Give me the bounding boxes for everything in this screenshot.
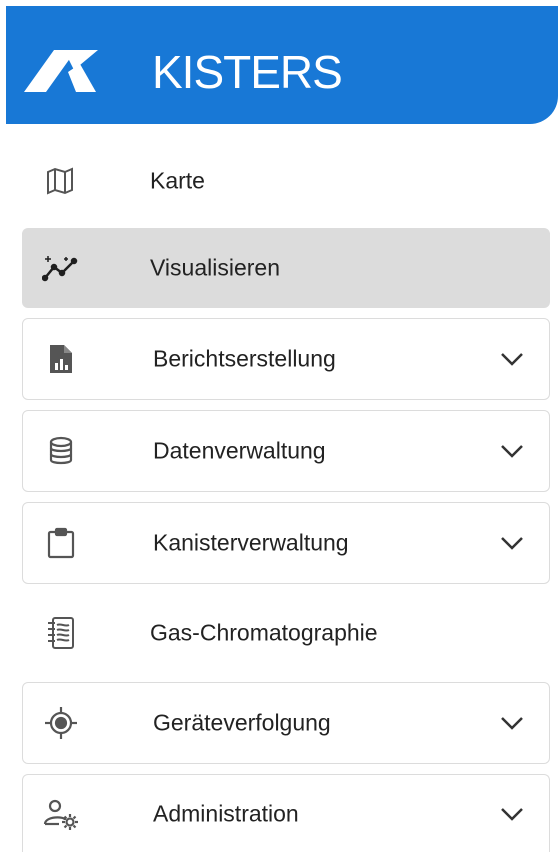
nav-label-karte: Karte [150, 167, 205, 194]
nav-label-geraeteverfolgung: Geräteverfolgung [153, 709, 331, 736]
nav-item-gas-chromatographie[interactable]: Gas-Chromatographie [22, 592, 550, 674]
report-icon [41, 339, 81, 379]
chevron-down-icon[interactable] [499, 535, 525, 551]
map-icon [40, 161, 80, 201]
chevron-down-icon[interactable] [499, 806, 525, 822]
chevron-down-icon[interactable] [499, 443, 525, 459]
nav-item-karte[interactable]: Karte [22, 140, 550, 222]
clipboard-icon [41, 523, 81, 563]
nav-label-datenverwaltung: Datenverwaltung [153, 437, 326, 464]
chevron-down-icon[interactable] [499, 351, 525, 367]
nav-item-visualisieren[interactable]: Visualisieren [22, 228, 550, 308]
app-header: KISTERS [6, 6, 558, 124]
nav-label-berichtserstellung: Berichtserstellung [153, 345, 336, 372]
brand-title: KISTERS [152, 46, 343, 98]
nav-item-kanisterverwaltung[interactable]: Kanisterverwaltung [22, 502, 550, 584]
nav-label-visualisieren: Visualisieren [150, 254, 280, 281]
target-icon [41, 703, 81, 743]
nav-item-datenverwaltung[interactable]: Datenverwaltung [22, 410, 550, 492]
database-icon [41, 431, 81, 471]
nav-label-administration: Administration [153, 800, 299, 826]
user-settings-icon [41, 794, 81, 834]
nav-item-geraeteverfolgung[interactable]: Geräteverfolgung [22, 682, 550, 764]
nav-item-administration[interactable]: Administration [22, 774, 550, 852]
nav-label-kanisterverwaltung: Kanisterverwaltung [153, 529, 349, 556]
notebook-icon [40, 613, 80, 653]
nav-label-gas-chromatographie: Gas-Chromatographie [150, 619, 378, 646]
sparkle-chart-icon [40, 248, 80, 288]
nav-item-berichtserstellung[interactable]: Berichtserstellung [22, 318, 550, 400]
chevron-down-icon[interactable] [499, 715, 525, 731]
kisters-logo-icon[interactable] [24, 48, 98, 92]
